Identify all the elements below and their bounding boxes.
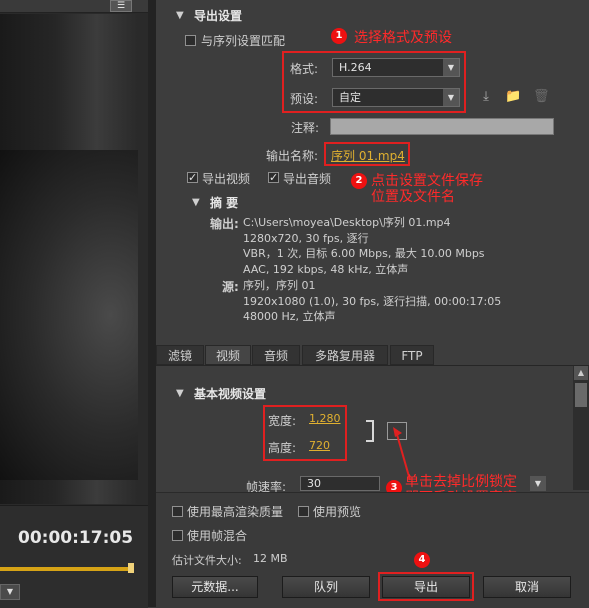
max-render-quality-checkbox[interactable] xyxy=(172,506,183,517)
summary-source-label: 源: xyxy=(222,280,239,294)
video-frame-image xyxy=(0,150,138,480)
summary-output-line: VBR，1 次, 目标 6.00 Mbps, 最大 10.00 Mbps xyxy=(243,247,485,260)
summary-source-line: 48000 Hz, 立体声 xyxy=(243,310,336,323)
use-previews-label: 使用预览 xyxy=(313,505,362,519)
chevron-down-icon: ▼ xyxy=(443,89,459,106)
format-label: 格式: xyxy=(290,62,319,76)
summary-source-line: 序列，序列 01 xyxy=(243,279,316,292)
format-select[interactable]: H.264 ▼ xyxy=(332,58,460,77)
summary-source-lines: 序列，序列 01 1920x1080 (1.0), 30 fps, 逐行扫描, … xyxy=(243,278,501,325)
preset-label: 预设: xyxy=(290,92,319,106)
timecode-display: 00:00:17:05 xyxy=(18,528,134,548)
aspect-link-bracket xyxy=(366,420,374,442)
summary-output-line: AAC, 192 kbps, 48 kHz, 立体声 xyxy=(243,262,409,276)
preset-value: 自定 xyxy=(339,91,361,104)
frame-blending-checkbox[interactable] xyxy=(172,530,183,541)
preview-controls xyxy=(0,505,148,608)
scroll-up-arrow-icon[interactable]: ▲ xyxy=(574,366,588,380)
comment-label: 注释: xyxy=(291,121,320,135)
import-preset-icon[interactable]: 📁 xyxy=(505,89,521,105)
export-button[interactable]: 导出 xyxy=(382,576,470,598)
zoom-dropdown[interactable]: ▼ xyxy=(0,584,20,600)
collapse-triangle-icon[interactable]: ▼ xyxy=(176,10,184,21)
summary-output-line: 1280x720, 30 fps, 逐行 xyxy=(243,231,369,245)
height-value[interactable]: 720 xyxy=(309,439,330,452)
step2-annotation-line2: 位置及文件名 xyxy=(371,189,455,205)
summary-source-line: 1920x1080 (1.0), 30 fps, 逐行扫描, 00:00:17:… xyxy=(243,294,502,308)
cancel-button[interactable]: 取消 xyxy=(483,576,571,598)
queue-button[interactable]: 队列 xyxy=(282,576,370,598)
tab-filters[interactable]: 滤镜 xyxy=(156,345,204,365)
tab-ftp[interactable]: FTP xyxy=(390,345,434,365)
panel-divider[interactable] xyxy=(148,0,156,607)
summary-output-line: C:\Users\moyea\Desktop\序列 01.mp4 xyxy=(243,216,451,229)
frame-blending-label: 使用帧混合 xyxy=(187,529,248,543)
step1-badge: 1 xyxy=(331,28,347,44)
frame-rate-select[interactable]: 30 xyxy=(300,476,380,491)
step4-badge: 4 xyxy=(414,552,430,568)
estimated-size-value: 12 MB xyxy=(253,552,288,565)
preset-select[interactable]: 自定 ▼ xyxy=(332,88,460,107)
delete-preset-icon[interactable]: 🗑 xyxy=(533,89,550,105)
comment-field[interactable] xyxy=(330,118,554,135)
save-preset-icon[interactable]: ⤓ xyxy=(478,89,494,105)
width-label: 宽度: xyxy=(268,414,297,428)
scrollbar-thumb[interactable] xyxy=(575,383,587,407)
height-label: 高度: xyxy=(268,441,297,455)
format-value: H.264 xyxy=(339,61,372,74)
summary-output-lines: C:\Users\moyea\Desktop\序列 01.mp4 1280x72… xyxy=(243,215,485,277)
summary-output-label: 输出: xyxy=(210,217,239,231)
export-settings-title: 导出设置 xyxy=(194,9,243,23)
export-audio-checkbox[interactable] xyxy=(268,172,279,183)
step2-badge: 2 xyxy=(351,173,367,189)
video-settings-title: 基本视频设置 xyxy=(194,387,267,401)
collapse-triangle-icon[interactable]: ▼ xyxy=(192,197,200,208)
frame-rate-value: 30 xyxy=(307,477,321,490)
panel-menu-button[interactable]: ☰ xyxy=(110,0,132,12)
output-name-label: 输出名称: xyxy=(266,149,319,163)
timeline-handle[interactable] xyxy=(128,563,134,573)
match-sequence-label: 与序列设置匹配 xyxy=(201,34,286,48)
export-video-label: 导出视频 xyxy=(202,172,251,186)
metadata-button[interactable]: 元数据... xyxy=(172,576,258,598)
chevron-down-icon[interactable]: ▼ xyxy=(530,476,546,491)
collapse-triangle-icon[interactable]: ▼ xyxy=(176,388,184,399)
use-previews-checkbox[interactable] xyxy=(298,506,309,517)
export-video-checkbox[interactable] xyxy=(187,172,198,183)
estimated-size-label: 估计文件大小: xyxy=(172,554,242,567)
step1-annotation: 选择格式及预设 xyxy=(354,30,452,46)
timeline-bar[interactable] xyxy=(0,567,132,571)
chevron-down-icon: ▼ xyxy=(443,59,459,76)
width-value[interactable]: 1,280 xyxy=(309,412,341,425)
tab-video[interactable]: 视频 xyxy=(205,345,251,365)
match-sequence-checkbox[interactable] xyxy=(185,35,196,46)
tab-audio[interactable]: 音频 xyxy=(252,345,300,365)
output-name-link[interactable]: 序列 01.mp4 xyxy=(331,147,405,164)
summary-title: 摘 要 xyxy=(210,196,239,210)
export-audio-label: 导出音频 xyxy=(283,172,332,186)
max-render-quality-label: 使用最高渲染质量 xyxy=(187,505,284,519)
tab-multiplexer[interactable]: 多路复用器 xyxy=(302,345,388,365)
